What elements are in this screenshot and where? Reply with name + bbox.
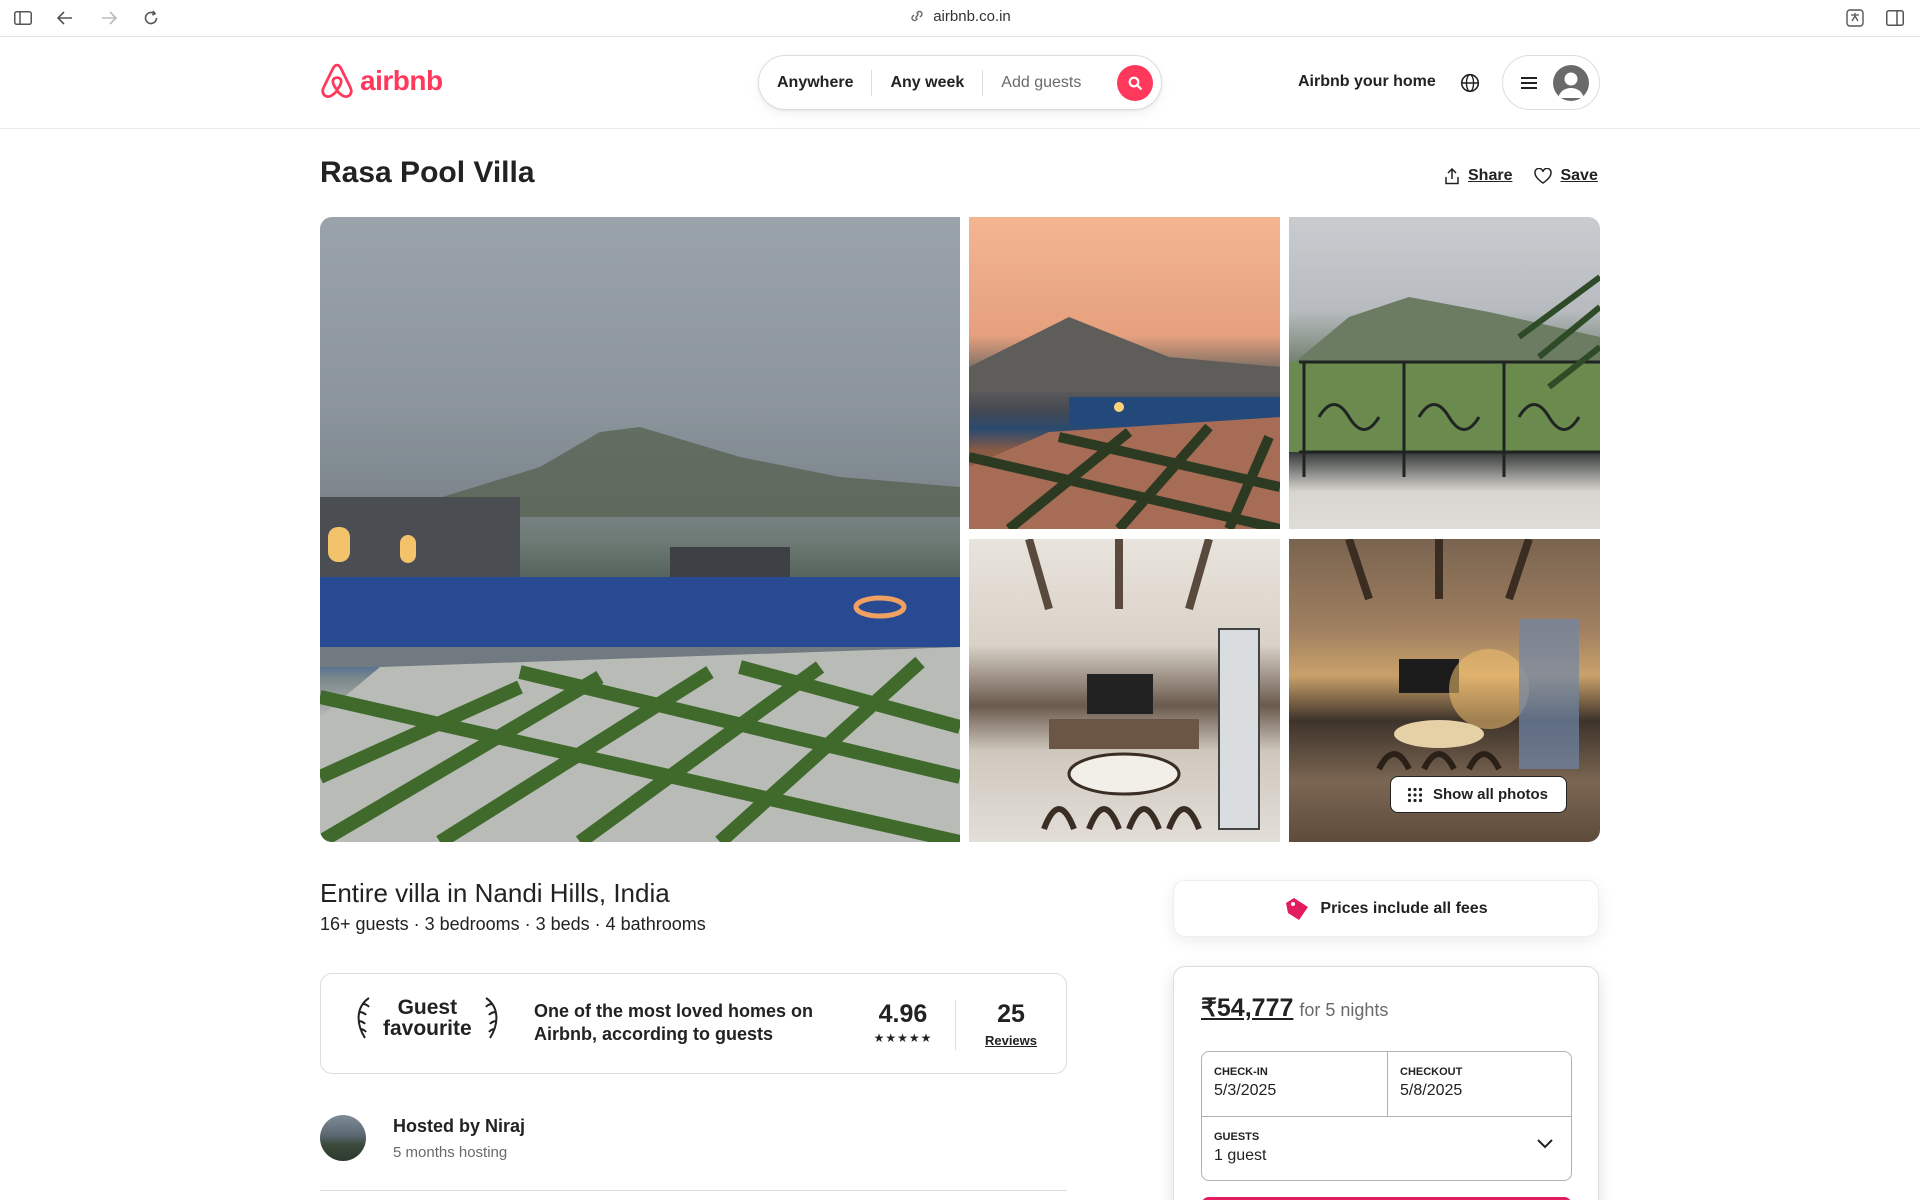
host-your-home-link[interactable]: Airbnb your home: [1298, 73, 1436, 91]
heart-icon: [1534, 168, 1553, 184]
rating-value: 4.96: [878, 1000, 928, 1028]
share-icon: [1445, 167, 1459, 184]
photo-dining-room[interactable]: [969, 539, 1280, 842]
photo-pool-main[interactable]: [320, 217, 960, 842]
guests-field[interactable]: GUESTS 1 guest: [1202, 1117, 1571, 1181]
chevron-down-icon: [1537, 1139, 1553, 1149]
save-label: Save: [1560, 167, 1598, 184]
fees-notice: Prices include all fees: [1173, 880, 1599, 937]
rating-stars: ★★★★★: [873, 1031, 933, 1045]
laurel-right-icon: [484, 997, 497, 1039]
guest-favourite-badge: Guest favourite: [351, 996, 504, 1040]
price-row: ₹54,777 for 5 nights: [1201, 993, 1388, 1023]
listing-title: Rasa Pool Villa: [320, 156, 535, 189]
listing-capacity: 16+ guests · 3 bedrooms · 3 beds · 4 bat…: [320, 914, 706, 934]
globe-icon[interactable]: [1458, 71, 1482, 95]
guest-favourite-title: Guest favourite: [383, 997, 472, 1039]
checkout-field[interactable]: CHECKOUT 5/8/2025: [1388, 1052, 1571, 1116]
host-avatar[interactable]: [320, 1115, 366, 1161]
guests-value: 1 guest: [1214, 1147, 1267, 1164]
booking-dates-form: CHECK-IN 5/3/2025 CHECKOUT 5/8/2025 GUES…: [1201, 1051, 1572, 1181]
user-avatar-icon: [1553, 64, 1589, 101]
section-divider: [320, 1190, 1067, 1191]
total-price[interactable]: ₹54,777: [1201, 993, 1293, 1023]
airbnb-logo-icon: [321, 63, 353, 99]
rating-summary: 4.96 ★★★★★: [861, 1000, 945, 1045]
checkin-value: 5/3/2025: [1214, 1082, 1277, 1099]
search-when[interactable]: Any week: [872, 74, 982, 92]
photo-balcony-view[interactable]: [1289, 217, 1600, 529]
checkout-label: CHECKOUT: [1400, 1066, 1463, 1078]
photo-gallery: [320, 217, 1600, 842]
booking-card: ₹54,777 for 5 nights CHECK-IN 5/3/2025 C…: [1173, 966, 1599, 1200]
search-where[interactable]: Anywhere: [759, 74, 871, 92]
search-button[interactable]: [1117, 65, 1153, 101]
checkin-label: CHECK-IN: [1214, 1066, 1268, 1078]
split-view-icon[interactable]: [1882, 6, 1908, 30]
host-since: 5 months hosting: [393, 1144, 508, 1161]
photo-pool-sunset[interactable]: [969, 217, 1280, 529]
listing-actions: Share Save: [1444, 167, 1598, 185]
browser-toolbar: airbnb.co.in: [0, 0, 1920, 37]
show-all-photos-label: Show all photos: [1433, 786, 1548, 803]
address-bar[interactable]: airbnb.co.in: [0, 8, 1920, 27]
brand-wordmark: airbnb: [360, 65, 443, 96]
reviews-summary[interactable]: 25 Reviews: [971, 1000, 1051, 1048]
share-label: Share: [1468, 167, 1513, 184]
place-type-heading: Entire villa in Nandi Hills, India: [320, 878, 670, 908]
search-guests[interactable]: Add guests: [983, 74, 1099, 92]
url-text: airbnb.co.in: [933, 8, 1011, 25]
reviews-link[interactable]: Reviews: [971, 1033, 1051, 1048]
grid-dots-icon: [1407, 787, 1423, 802]
price-tag-icon: [1286, 897, 1309, 920]
host-name: Hosted by Niraj: [393, 1116, 526, 1136]
price-period: for 5 nights: [1299, 1000, 1389, 1020]
rating-divider: [955, 1000, 956, 1050]
guest-favourite-line1: Guest: [397, 996, 458, 1019]
guest-favourite-description: One of the most loved homes on Airbnb, a…: [534, 1001, 814, 1044]
reviews-count: 25: [997, 1000, 1025, 1028]
guest-favourite-card[interactable]: Guest favourite One of the most loved ho…: [320, 973, 1067, 1074]
show-all-photos-button[interactable]: Show all photos: [1390, 776, 1567, 813]
checkin-field[interactable]: CHECK-IN 5/3/2025: [1202, 1052, 1387, 1116]
search-bar[interactable]: Anywhere Any week Add guests: [758, 55, 1162, 110]
translate-icon[interactable]: [1842, 6, 1868, 30]
search-icon: [1128, 76, 1142, 90]
checkout-value: 5/8/2025: [1400, 1082, 1463, 1099]
guests-label: GUESTS: [1214, 1131, 1260, 1143]
airbnb-logo[interactable]: airbnb: [320, 63, 443, 99]
laurel-left-icon: [357, 997, 370, 1039]
site-header: airbnb Anywhere Any week Add guests Airb…: [0, 37, 1920, 129]
hamburger-icon: [1521, 76, 1537, 89]
user-menu-button[interactable]: [1502, 55, 1600, 110]
guest-favourite-line2: favourite: [383, 1017, 472, 1040]
fees-notice-text: Prices include all fees: [1320, 899, 1488, 917]
save-button[interactable]: Save: [1534, 167, 1598, 185]
share-button[interactable]: Share: [1444, 167, 1512, 185]
link-icon: [909, 9, 925, 27]
